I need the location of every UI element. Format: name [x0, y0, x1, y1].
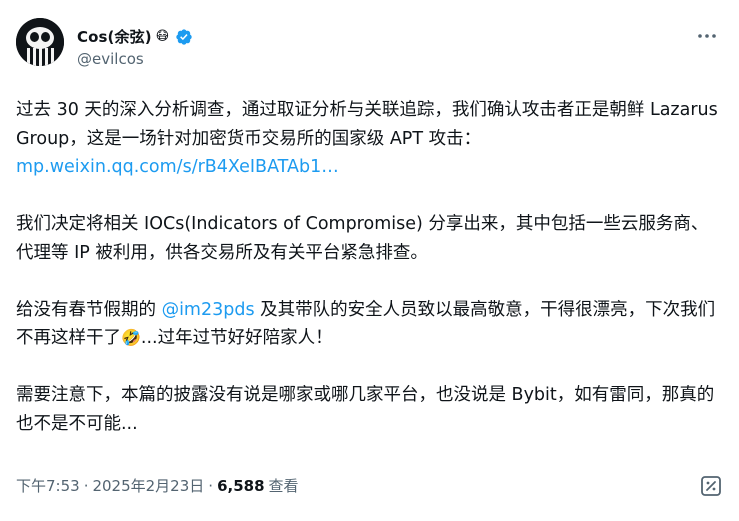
- author-handle[interactable]: @evilcos: [77, 50, 144, 68]
- avatar-image: [16, 18, 64, 66]
- more-horizontal-icon[interactable]: [695, 26, 719, 46]
- rofl-emoji: 🤣: [121, 328, 141, 347]
- views-label: 查看: [268, 477, 299, 495]
- mention-link[interactable]: @im23pds: [162, 300, 255, 320]
- tweet-paragraph-3: 给没有春节假期的 @im23pds 及其带队的安全人员致以最高敬意，干得很漂亮，…: [16, 296, 724, 353]
- tweet-date[interactable]: 2025年2月23日: [92, 475, 204, 496]
- grok-icon[interactable]: [699, 474, 723, 498]
- meta-separator: ·: [208, 476, 214, 495]
- paragraph-3-before: 给没有春节假期的: [16, 299, 162, 320]
- tweet-paragraph-2: 我们决定将相关 IOCs(Indicators of Compromise) 分…: [16, 210, 724, 267]
- paragraph-2-text: 我们决定将相关 IOCs(Indicators of Compromise) 分…: [16, 214, 709, 263]
- meta-separator: ·: [83, 476, 89, 495]
- tweet-header: Cos(余弦) 😷 @evilcos: [16, 18, 723, 78]
- avatar[interactable]: [16, 18, 64, 66]
- views-count: 6,588: [217, 476, 265, 495]
- mask-emoji: 😷: [155, 29, 170, 44]
- author-name-row: Cos(余弦) 😷: [77, 26, 193, 47]
- tweet-meta: 下午7:53 · 2025年2月23日 · 6,588 查看: [16, 475, 299, 496]
- tweet-text: 过去 30 天的深入分析调查，通过取证分析与关联追踪，我们确认攻击者正是朝鲜 L…: [16, 96, 724, 438]
- paragraph-3-tail: ...过年过节好好陪家人！: [140, 328, 333, 348]
- paragraph-1-text: 过去 30 天的深入分析调查，通过取证分析与关联追踪，我们确认攻击者正是朝鲜 L…: [16, 100, 718, 149]
- tweet-paragraph-1: 过去 30 天的深入分析调查，通过取证分析与关联追踪，我们确认攻击者正是朝鲜 L…: [16, 96, 724, 182]
- verified-badge-icon[interactable]: [175, 28, 193, 46]
- paragraph-4-text: 需要注意下，本篇的披露没有说是哪家或哪几家平台，也没说是 Bybit，如有雷同，…: [16, 385, 715, 434]
- article-link[interactable]: mp.weixin.qq.com/s/rB4XeIBATAb1…: [16, 157, 339, 177]
- author-display-name[interactable]: Cos(余弦): [77, 26, 152, 47]
- tweet-time[interactable]: 下午7:53: [16, 475, 80, 496]
- tweet-paragraph-4: 需要注意下，本篇的披露没有说是哪家或哪几家平台，也没说是 Bybit，如有雷同，…: [16, 381, 724, 438]
